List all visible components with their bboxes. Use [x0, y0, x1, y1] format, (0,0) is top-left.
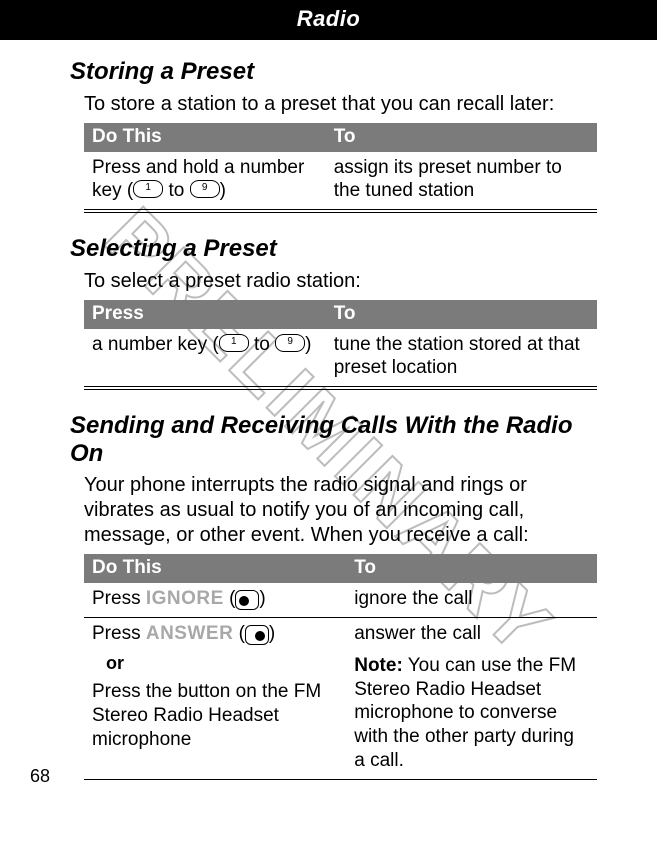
left-softkey-icon [235, 590, 259, 610]
instruction-table: Press To a number key (1 to 9) tune the … [84, 300, 597, 387]
softkey-label: IGNORE [146, 588, 224, 609]
instruction-table: Do This To Press and hold a number key (… [84, 123, 597, 210]
section-heading: Storing a Preset [70, 58, 597, 86]
softkey-label: ANSWER [146, 623, 233, 644]
table-row: Press and hold a number key (1 to 9) ass… [84, 152, 597, 210]
table-cell-text: a number key ( [92, 334, 219, 355]
instruction-table: Do This To Press IGNORE () ignore the ca… [84, 554, 597, 778]
table-cell-text: answer the call [354, 623, 481, 644]
note-label: Note: [354, 655, 403, 676]
table-cell-text: ( [224, 588, 236, 609]
table-cell-text: ) [305, 334, 311, 355]
table-row: Press ANSWER () or Press the button on t… [84, 618, 597, 779]
table-cell-text: ignore the call [346, 583, 597, 617]
page-content: Storing a Preset To store a station to a… [0, 40, 657, 780]
table-cell-text: Press [92, 623, 146, 644]
chapter-title: Radio [297, 6, 361, 31]
table-cell-text: ) [259, 588, 265, 609]
section-heading: Selecting a Preset [70, 235, 597, 263]
table-cell-text: Press the button on the FM Stereo Radio … [92, 681, 321, 750]
page: PRELIMINARY Radio Storing a Preset To st… [0, 0, 657, 864]
table-header: To [346, 554, 597, 583]
number-key-icon: 1 [133, 180, 163, 198]
section-intro: To select a preset radio station: [84, 269, 597, 294]
section-intro: To store a station to a preset that you … [84, 92, 597, 117]
table-header: To [326, 300, 597, 329]
table-cell-text: assign its preset number to the tuned st… [326, 152, 597, 210]
or-label: or [106, 652, 338, 675]
table-header: Press [84, 300, 326, 329]
section-heading: Sending and Receiving Calls With the Rad… [70, 412, 597, 467]
table-row: Press IGNORE () ignore the call [84, 583, 597, 617]
table-cell-text: ) [269, 623, 275, 644]
table-header: To [326, 123, 597, 152]
table-cell-text: to [249, 334, 275, 355]
table-header: Do This [84, 554, 346, 583]
right-softkey-icon [245, 625, 269, 645]
table-row: a number key (1 to 9) tune the station s… [84, 329, 597, 387]
table-cell-text: tune the station stored at that preset l… [326, 329, 597, 387]
table-cell-text: ( [233, 623, 245, 644]
table-header: Do This [84, 123, 326, 152]
table-cell-text: Press [92, 588, 146, 609]
section-intro: Your phone interrupts the radio signal a… [84, 473, 597, 548]
page-number: 68 [30, 766, 657, 787]
table-cell-text: ) [220, 180, 226, 201]
number-key-icon: 9 [275, 334, 305, 352]
chapter-header-bar: Radio [0, 0, 657, 40]
number-key-icon: 1 [219, 334, 249, 352]
number-key-icon: 9 [190, 180, 220, 198]
table-cell-text: to [163, 180, 189, 201]
